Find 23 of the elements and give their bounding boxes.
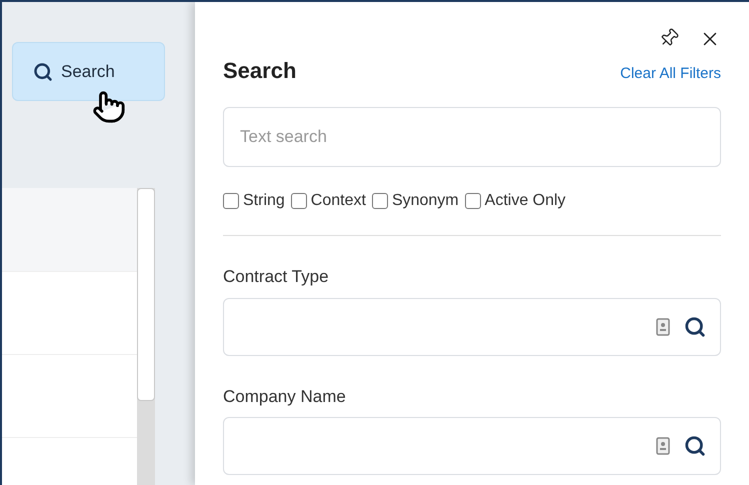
clear-all-filters-link[interactable]: Clear All Filters — [620, 62, 721, 85]
checkbox-label: Synonym — [392, 191, 459, 211]
contact-card-icon — [656, 437, 670, 455]
search-icon — [33, 62, 53, 82]
checkbox[interactable] — [372, 193, 388, 209]
checkbox-label: Active Only — [484, 191, 566, 211]
filter-field[interactable] — [223, 417, 721, 475]
search-icon[interactable] — [684, 316, 706, 338]
checkbox[interactable] — [464, 193, 481, 209]
checkbox[interactable] — [290, 193, 307, 209]
hand-cursor-icon — [92, 90, 126, 124]
checkbox-label: Context — [310, 191, 366, 211]
search-icon[interactable] — [684, 435, 706, 457]
filter-label: Company Name — [223, 386, 347, 408]
text-search-field[interactable]: Text search — [223, 107, 721, 167]
search-button[interactable]: Search — [12, 42, 165, 101]
scrollbar[interactable] — [137, 188, 155, 485]
checkbox[interactable] — [223, 193, 239, 209]
checkbox-label: String — [243, 191, 285, 211]
panel-title: Search — [223, 57, 296, 85]
contact-card-icon — [656, 318, 670, 336]
filter-field[interactable] — [223, 298, 721, 356]
filter-label: Contract Type — [223, 266, 330, 288]
